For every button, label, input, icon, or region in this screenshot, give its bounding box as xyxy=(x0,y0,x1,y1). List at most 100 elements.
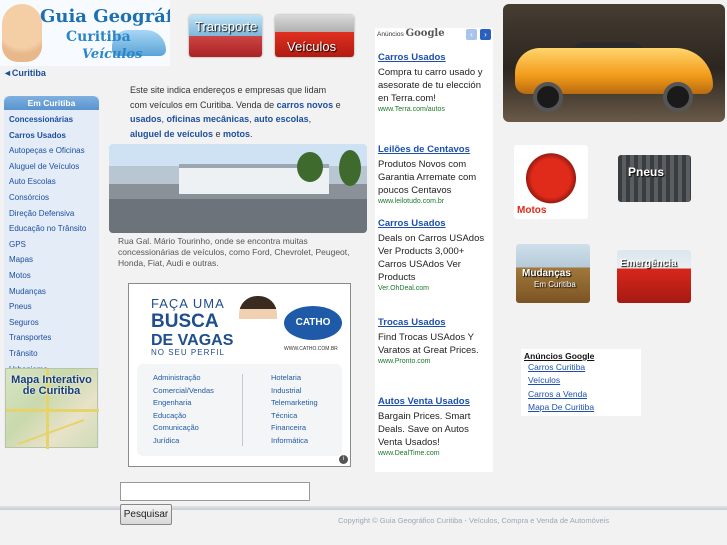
sidebar-item[interactable]: Concessionárias xyxy=(9,112,99,128)
ad-url[interactable]: www.Terra.com/autos xyxy=(378,106,492,113)
ad-category-item[interactable]: Hotelaria xyxy=(271,372,318,385)
sidebar-item[interactable]: Autopeças e Oficinas xyxy=(9,143,99,159)
ad-category-item[interactable]: Industrial xyxy=(271,385,318,398)
ad-title[interactable]: Carros Usados xyxy=(378,218,492,229)
ad-link-unit[interactable]: Veículos xyxy=(521,374,641,387)
sidebar-item[interactable]: Auto Escolas xyxy=(9,174,99,190)
sidebar-item[interactable]: Pneus xyxy=(9,299,99,315)
intro-text: , xyxy=(308,114,312,124)
ad-category-item[interactable]: Financeira xyxy=(271,422,318,435)
ad-category-item[interactable]: Comunicação xyxy=(153,422,214,435)
ad-url[interactable]: Ver.OhDeal.com xyxy=(378,285,492,292)
footer-divider xyxy=(0,506,727,510)
ad-category-item[interactable]: Técnica xyxy=(271,410,318,423)
transporte-banner[interactable]: Transporte xyxy=(189,15,262,57)
sidebar-item[interactable]: Motos xyxy=(9,268,99,284)
ad-url[interactable]: www.leilotudo.com.br xyxy=(378,198,492,205)
text-ad[interactable]: Trocas Usados Find Trocas USAdos Y Varato… xyxy=(378,317,492,365)
veiculos-banner[interactable]: Veículos xyxy=(275,15,354,57)
auto-escolas-link[interactable]: auto escolas xyxy=(254,114,309,124)
breadcrumb-curitiba-link[interactable]: ◄Curitiba xyxy=(3,68,46,78)
sidebar-item[interactable]: Educação no Trânsito xyxy=(9,221,99,237)
veiculos-label: Veículos xyxy=(287,39,337,54)
sidebar-item[interactable]: Trânsito xyxy=(9,346,99,362)
sidebar-item[interactable]: Direção Defensiva xyxy=(9,206,99,222)
mascot-face-image xyxy=(2,4,42,62)
ad-description: Find Trocas USAdos Y Varatos at Great Pr… xyxy=(378,332,479,356)
ad-description: Deals on Carros USAdos Ver Products 3,00… xyxy=(378,233,485,283)
ad-url[interactable]: www.DealTime.com xyxy=(378,450,492,457)
ad-link-unit[interactable]: Mapa De Curitiba xyxy=(521,401,641,414)
ad-category-item[interactable]: Engenharia xyxy=(153,397,214,410)
ad-link-unit[interactable]: Carros a Venda xyxy=(521,388,641,401)
ad-title[interactable]: Trocas Usados xyxy=(378,317,492,328)
carros-novos-link[interactable]: carros novos xyxy=(277,100,334,110)
google-link-units: Anúncios Google Carros Curitiba Veículos C… xyxy=(521,349,641,416)
sidebar-item[interactable]: Mudanças xyxy=(9,284,99,300)
sidebar-item[interactable]: Carros Usados xyxy=(9,128,99,144)
mudancas-tile-sublabel: Em Curitiba xyxy=(534,280,576,289)
ad-category-item[interactable]: Informática xyxy=(271,435,318,448)
ad-url[interactable]: www.Pronto.com xyxy=(378,358,492,365)
pneus-tile-label: Pneus xyxy=(628,165,665,179)
text-ad[interactable]: Carros Usados Compra tu carro usado y ase… xyxy=(378,52,492,113)
catho-job-ad[interactable]: FAÇA UMA BUSCA DE VAGAS NO SEU PERFIL CA… xyxy=(128,283,351,467)
pneus-tile[interactable]: Pneus xyxy=(618,155,691,202)
intro-paragraph: Este site indica endereços e empresas qu… xyxy=(130,83,345,141)
search-input[interactable] xyxy=(120,482,310,501)
sports-car-image xyxy=(503,4,725,122)
map-label: Mapa Interativo de Curitiba xyxy=(11,374,92,397)
ads-header-text: Anúncios xyxy=(377,31,404,38)
ad-info-icon[interactable]: i xyxy=(339,455,348,464)
ad-line1: FAÇA UMA xyxy=(151,296,225,311)
ad-category-item[interactable]: Jurídica xyxy=(153,435,214,448)
catho-url: WWW.CATHO.COM.BR xyxy=(284,346,338,352)
ad-title[interactable]: Leilões de Centavos xyxy=(378,144,492,155)
mudancas-tile[interactable]: Mudanças Em Curitiba xyxy=(516,244,590,303)
intro-text: e xyxy=(333,99,341,110)
prev-ad-arrow-icon[interactable]: ‹ xyxy=(466,29,477,40)
intro-text: . xyxy=(250,128,253,139)
sidebar-item[interactable]: GPS xyxy=(9,237,99,253)
search-button[interactable]: Pesquisar xyxy=(120,504,172,525)
ad-categories-right: Hotelaria Industrial Telemarketing Técnica F… xyxy=(271,372,318,447)
transporte-label: Transporte xyxy=(195,19,258,34)
intro-text: e xyxy=(213,128,224,139)
logo-subtitle: Veículos xyxy=(82,47,143,62)
ad-title[interactable]: Carros Usados xyxy=(378,52,492,63)
text-ad[interactable]: Autos Venta Usados Bargain Prices. Smart … xyxy=(378,396,492,457)
text-ad[interactable]: Carros Usados Deals on Carros USAdos Ver … xyxy=(378,218,492,292)
link-units-heading: Anúncios Google xyxy=(524,351,595,361)
emergencia-tile[interactable]: Emergência xyxy=(617,250,691,303)
mudancas-tile-label: Mudanças xyxy=(522,268,571,279)
aluguel-link[interactable]: aluguel de veículos xyxy=(130,129,213,139)
ad-description: Compra tu carro usado y asesorate de tu … xyxy=(378,67,483,104)
ad-link-unit[interactable]: Carros Curitiba xyxy=(521,361,641,374)
motos-tile[interactable]: Motos xyxy=(514,145,588,219)
next-ad-arrow-icon[interactable]: › xyxy=(480,29,491,40)
ads-header: Anúncios Google ‹ › xyxy=(375,28,493,42)
sidebar-menu: Concessionárias Carros Usados Autopeças e … xyxy=(4,110,99,377)
oficinas-link[interactable]: oficinas mecânicas xyxy=(167,114,250,124)
sidebar-item[interactable]: Mapas xyxy=(9,252,99,268)
ad-category-item[interactable]: Administração xyxy=(153,372,214,385)
catho-logo: CATHO xyxy=(284,306,342,340)
street-photo xyxy=(109,144,367,233)
motos-link[interactable]: motos xyxy=(223,129,250,139)
emergencia-tile-label: Emergência xyxy=(620,258,677,269)
copyright-text: Copyright © Guia Geográfico Curitiba - V… xyxy=(338,516,610,525)
ad-category-item[interactable]: Comercial/Vendas xyxy=(153,385,214,398)
ad-title[interactable]: Autos Venta Usados xyxy=(378,396,492,407)
google-ads-column: Anúncios Google ‹ › Carros Usados Compra … xyxy=(375,28,493,472)
ad-category-item[interactable]: Telemarketing xyxy=(271,397,318,410)
site-logo[interactable]: Guia Geográfico Curitiba Veículos xyxy=(0,0,170,66)
ad-woman-image xyxy=(239,296,277,362)
sidebar-item[interactable]: Seguros xyxy=(9,315,99,331)
sidebar-item[interactable]: Consórcios xyxy=(9,190,99,206)
text-ad[interactable]: Leilões de Centavos Produtos Novos com Ga… xyxy=(378,144,492,205)
sidebar-item[interactable]: Transportes xyxy=(9,330,99,346)
usados-link[interactable]: usados xyxy=(130,114,162,124)
ad-category-item[interactable]: Educação xyxy=(153,410,214,423)
interactive-map-link[interactable]: Mapa Interativo de Curitiba xyxy=(5,368,99,449)
sidebar-item[interactable]: Aluguel de Veículos xyxy=(9,159,99,175)
